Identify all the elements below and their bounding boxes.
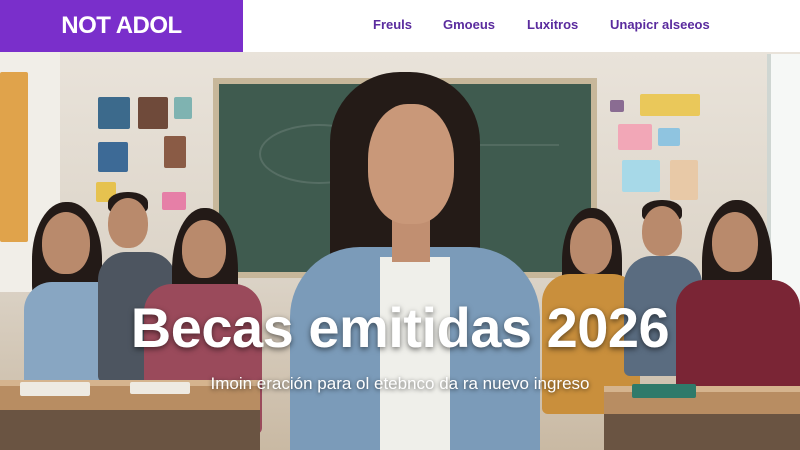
main-nav: Freuls Gmoeus Luxitros Unapicr alseeos: [243, 0, 800, 52]
wall-poster: [138, 97, 168, 129]
main-student-face: [368, 104, 454, 224]
hero-banner: Becas emitidas 2026 Imoin eración para o…: [0, 52, 800, 450]
wall-poster: [670, 160, 698, 200]
logo[interactable]: NOT ADOL: [0, 0, 243, 52]
hero-subtitle: Imoin eración para ol etebnco da ra nuev…: [210, 374, 590, 393]
wall-poster: [174, 97, 192, 119]
nav-link-4[interactable]: Unapicr alseeos: [610, 17, 710, 32]
wall-poster: [622, 160, 660, 192]
nav-link-3[interactable]: Luxitros: [527, 17, 578, 32]
wall-poster: [164, 136, 186, 168]
desk: [0, 410, 260, 450]
logo-text[interactable]: NOT ADOL: [61, 12, 182, 40]
wall-poster: [610, 100, 624, 112]
wall-poster: [640, 94, 700, 116]
desk: [604, 414, 800, 450]
nav-link-1[interactable]: Freuls: [373, 17, 412, 32]
wall-poster: [98, 142, 128, 172]
nav-link-2[interactable]: Gmoeus: [443, 17, 495, 32]
wall-poster: [658, 128, 680, 146]
wall-poster: [618, 124, 652, 150]
site-header: NOT ADOL Freuls Gmoeus Luxitros Unapicr …: [0, 0, 800, 52]
wall-poster: [98, 97, 130, 129]
hero-title: Becas emitidas 2026: [130, 296, 670, 359]
